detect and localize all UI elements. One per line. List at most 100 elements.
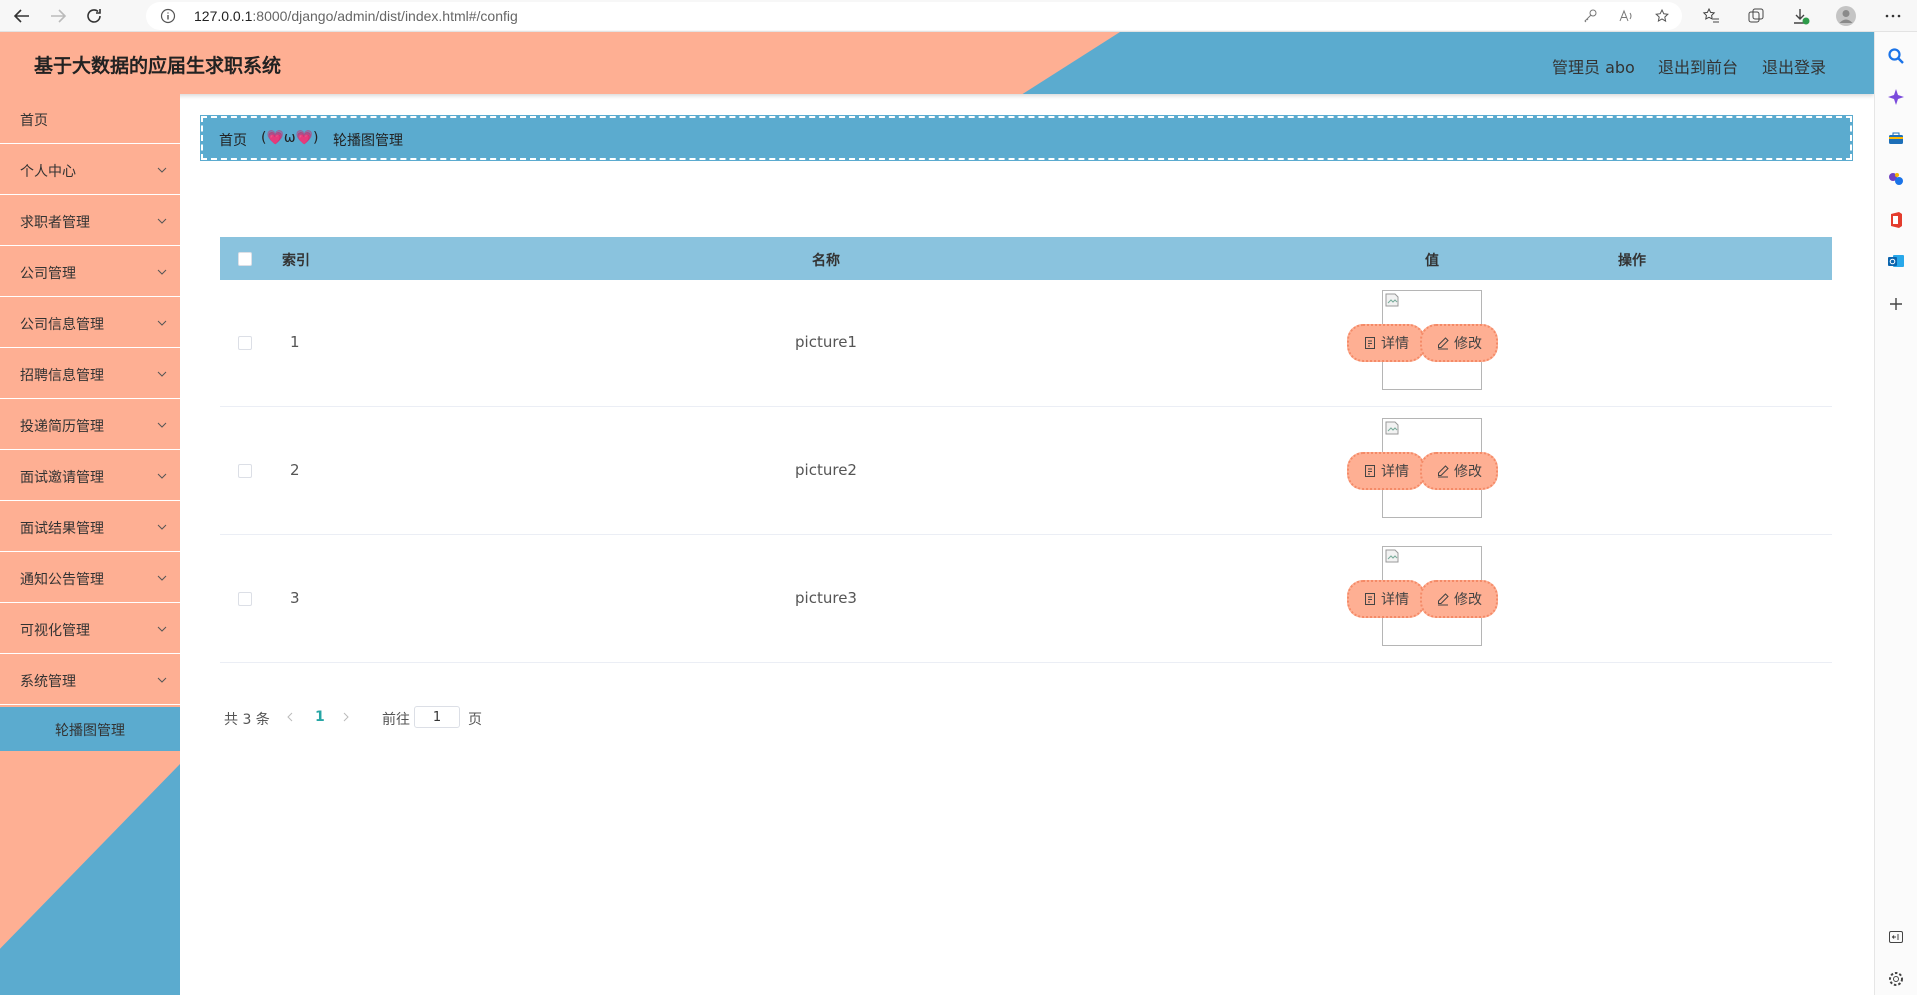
- sidebar-subitem-label: 轮播图管理: [55, 723, 125, 739]
- sidebar-item-label: 投递简历管理: [20, 419, 104, 435]
- edit-pencil-icon: [1438, 465, 1449, 478]
- cell-name: picture1: [795, 333, 857, 351]
- browser-side-panel: [1874, 32, 1917, 995]
- copilot-sparkle-icon[interactable]: [1886, 87, 1906, 107]
- reload-button[interactable]: [80, 2, 108, 30]
- forward-button[interactable]: [44, 2, 72, 30]
- detail-button-label: 详情: [1381, 592, 1409, 608]
- sidebar-item[interactable]: 通知公告管理: [0, 553, 180, 603]
- document-icon: [1365, 593, 1375, 605]
- sidebar-item[interactable]: 公司信息管理: [0, 298, 180, 348]
- url-text[interactable]: 127.0.0.1:8000/django/admin/dist/index.h…: [194, 8, 518, 24]
- sidebar-decoration: [0, 764, 180, 995]
- browser-toolbar: 127.0.0.1:8000/django/admin/dist/index.h…: [0, 0, 1917, 32]
- next-page-icon[interactable]: [340, 711, 352, 723]
- logout-link[interactable]: 退出登录: [1762, 54, 1826, 78]
- chevron-down-icon: [157, 269, 167, 275]
- sidebar-item-label: 可视化管理: [20, 623, 90, 639]
- sidebar-item-label: 公司管理: [20, 266, 76, 282]
- edit-pencil-icon: [1438, 337, 1449, 350]
- settings-gear-icon[interactable]: [1886, 969, 1906, 989]
- favorites-icon[interactable]: [1699, 4, 1723, 28]
- office-icon[interactable]: [1886, 210, 1906, 230]
- hide-sidebar-icon[interactable]: [1886, 927, 1906, 947]
- admin-app: 基于大数据的应届生求职系统 管理员 abo 退出到前台 退出登录 首页 个人中心求…: [0, 32, 1874, 995]
- edit-button-label: 修改: [1454, 336, 1482, 352]
- detail-button[interactable]: 详情: [1347, 324, 1425, 362]
- cell-name: picture2: [795, 461, 857, 479]
- info-icon[interactable]: [160, 8, 176, 24]
- chevron-down-icon: [157, 167, 167, 173]
- column-header-name: 名称: [812, 253, 840, 269]
- breadcrumb-home[interactable]: 首页: [219, 130, 247, 150]
- table-row: 1 picture1 详情 修改: [220, 280, 1832, 407]
- sidebar-item[interactable]: 系统管理: [0, 655, 180, 705]
- favorite-add-icon[interactable]: [1654, 8, 1670, 24]
- prev-page-icon[interactable]: [284, 711, 296, 723]
- downloads-icon[interactable]: [1789, 4, 1813, 28]
- edit-button-label: 修改: [1454, 464, 1482, 480]
- reload-icon: [87, 9, 101, 23]
- pagination-goto-label: 前往: [382, 712, 410, 728]
- sidebar-item-label: 个人中心: [20, 164, 76, 180]
- sidebar-item-label: 通知公告管理: [20, 572, 104, 588]
- sidebar-item[interactable]: 面试邀请管理: [0, 451, 180, 501]
- table-row: 2 picture2 详情 修改: [220, 408, 1832, 535]
- edit-button[interactable]: 修改: [1420, 452, 1498, 490]
- back-to-frontend-link[interactable]: 退出到前台: [1658, 54, 1738, 78]
- detail-button-label: 详情: [1381, 336, 1409, 352]
- chevron-down-icon: [157, 371, 167, 377]
- profile-avatar-icon[interactable]: [1834, 4, 1858, 28]
- pagination-total: 共 3 条: [224, 712, 270, 728]
- pagination-page-suffix: 页: [468, 712, 482, 728]
- sidebar-item-label: 首页: [20, 113, 48, 129]
- sidebar-item[interactable]: 面试结果管理: [0, 502, 180, 552]
- edit-pencil-icon: [1438, 593, 1449, 606]
- cell-name: picture3: [795, 589, 857, 607]
- detail-button[interactable]: 详情: [1347, 452, 1425, 490]
- add-icon[interactable]: [1886, 294, 1906, 314]
- sidebar-subitem-carousel[interactable]: 轮播图管理: [0, 707, 180, 751]
- read-aloud-icon[interactable]: [1618, 8, 1634, 24]
- sidebar-item-label: 求职者管理: [20, 215, 90, 231]
- search-icon[interactable]: [1886, 46, 1906, 66]
- outlook-icon[interactable]: [1886, 251, 1906, 271]
- chevron-down-icon: [157, 677, 167, 683]
- sidebar-item-label: 招聘信息管理: [20, 368, 104, 384]
- column-header-value: 值: [1425, 253, 1439, 269]
- sidebar-menu: 首页个人中心求职者管理公司管理公司信息管理招聘信息管理 投递简历管理面试邀请管理面…: [0, 94, 180, 995]
- chevron-down-icon: [157, 626, 167, 632]
- chevron-down-icon: [157, 218, 167, 224]
- breadcrumb-current: 轮播图管理: [333, 133, 403, 149]
- sidebar-item-label: 面试结果管理: [20, 521, 104, 537]
- edit-button[interactable]: 修改: [1420, 580, 1498, 618]
- broken-image-icon: [1385, 549, 1399, 563]
- url-path: :8000/django/admin/dist/index.html#/conf…: [252, 8, 518, 24]
- sidebar-item[interactable]: 求职者管理: [0, 196, 180, 246]
- back-button[interactable]: [8, 2, 36, 30]
- detail-button-label: 详情: [1381, 464, 1409, 480]
- sidebar-item[interactable]: 公司管理: [0, 247, 180, 297]
- sidebar-item[interactable]: 招聘信息管理: [0, 349, 180, 399]
- sidebar-item[interactable]: 个人中心: [0, 145, 180, 195]
- chevron-down-icon: [157, 473, 167, 479]
- broken-image-icon: [1385, 293, 1399, 307]
- column-header-actions: 操作: [1618, 253, 1646, 269]
- sidebar-item[interactable]: 可视化管理: [0, 604, 180, 654]
- detail-button[interactable]: 详情: [1347, 580, 1425, 618]
- pagination-goto-input[interactable]: [414, 706, 460, 728]
- games-icon[interactable]: [1886, 169, 1906, 189]
- url-host: 127.0.0.1: [194, 8, 253, 24]
- collections-icon[interactable]: [1744, 4, 1768, 28]
- sidebar-item[interactable]: 首页: [0, 94, 180, 144]
- document-icon: [1365, 465, 1375, 477]
- key-icon[interactable]: [1582, 8, 1598, 24]
- pagination-current-page[interactable]: 1: [315, 709, 325, 725]
- more-icon[interactable]: [1881, 4, 1905, 28]
- document-icon: [1365, 337, 1375, 349]
- sidebar-item[interactable]: 投递简历管理: [0, 400, 180, 450]
- edit-button[interactable]: 修改: [1420, 324, 1498, 362]
- shopping-icon[interactable]: [1886, 128, 1906, 148]
- address-bar[interactable]: 127.0.0.1:8000/django/admin/dist/index.h…: [146, 2, 1682, 30]
- app-title: 基于大数据的应届生求职系统: [34, 55, 282, 77]
